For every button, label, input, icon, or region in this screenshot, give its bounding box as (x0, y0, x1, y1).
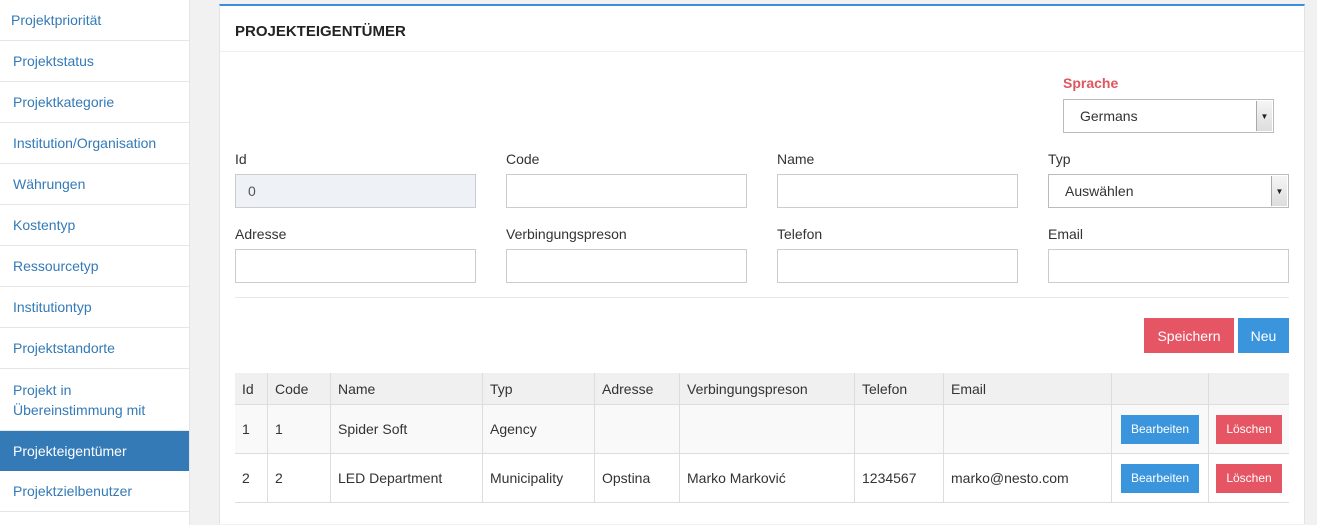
cell-code: 1 (267, 404, 331, 454)
name-field[interactable] (777, 174, 1018, 208)
cell-adresse (594, 404, 680, 454)
delete-button[interactable]: Löschen (1216, 414, 1282, 444)
telefon-label: Telefon (777, 226, 823, 242)
owners-table: Id Code Name Typ Adresse Verbingungspres… (235, 373, 1289, 503)
table-row: 2 2 LED Department Municipality Opstina … (235, 453, 1289, 503)
cell-code: 2 (267, 453, 331, 503)
cell-typ: Municipality (482, 453, 595, 503)
sidebar-item-institutiontyp[interactable]: Institutiontyp (0, 287, 189, 328)
name-label: Name (777, 151, 815, 167)
adresse-label: Adresse (235, 226, 287, 242)
sidebar-item-projektprioritaet[interactable]: Projektpriorität (0, 0, 189, 41)
code-label: Code (506, 151, 540, 167)
form-divider (235, 297, 1289, 298)
table-header-row: Id Code Name Typ Adresse Verbingungspres… (235, 373, 1289, 405)
col-header-telefon: Telefon (854, 373, 944, 405)
cell-adresse: Opstina (594, 453, 680, 503)
language-select-value: Germans (1080, 108, 1138, 124)
email-field[interactable] (1048, 249, 1289, 283)
edit-button[interactable]: Bearbeiten (1120, 414, 1200, 444)
title-divider (220, 51, 1304, 52)
cell-telefon: 1234567 (854, 453, 944, 503)
main-panel: PROJEKTEIGENTÜMER Sprache Germans ▼ Id C… (219, 4, 1305, 524)
language-label: Sprache (1063, 75, 1119, 91)
cell-email (943, 404, 1112, 454)
telefon-field[interactable] (777, 249, 1018, 283)
delete-button[interactable]: Löschen (1216, 463, 1282, 493)
col-header-delete (1208, 373, 1289, 405)
sidebar-item-projektstatus[interactable]: Projektstatus (0, 41, 189, 82)
chevron-down-icon: ▼ (1271, 176, 1287, 206)
cell-name: LED Department (330, 453, 483, 503)
col-header-code: Code (267, 373, 331, 405)
col-header-contact: Verbingungspreson (679, 373, 855, 405)
cell-telefon (854, 404, 944, 454)
cell-id: 1 (235, 404, 268, 454)
sidebar-item-waehrungen[interactable]: Währungen (0, 164, 189, 205)
sidebar: Projektpriorität Projektstatus Projektka… (0, 0, 190, 525)
chevron-down-icon: ▼ (1256, 101, 1272, 131)
page-title: PROJEKTEIGENTÜMER (235, 23, 406, 40)
cell-delete: Löschen (1208, 404, 1289, 454)
cell-delete: Löschen (1208, 453, 1289, 503)
adresse-field[interactable] (235, 249, 476, 283)
contact-label: Verbingungspreson (506, 226, 627, 242)
col-header-typ: Typ (482, 373, 595, 405)
language-select[interactable]: Germans ▼ (1063, 99, 1274, 133)
typ-label: Typ (1048, 151, 1071, 167)
typ-select-value: Auswählen (1065, 183, 1134, 199)
sidebar-item-projekteigentuemer[interactable]: Projekteigentümer (0, 431, 189, 471)
cell-name: Spider Soft (330, 404, 483, 454)
sidebar-item-projektstandorte[interactable]: Projektstandorte (0, 328, 189, 369)
sidebar-item-projekt-uebereinstimmung[interactable]: Projekt in Übereinstimmung mit (0, 369, 189, 431)
cell-typ: Agency (482, 404, 595, 454)
sidebar-item-institution-organisation[interactable]: Institution/Organisation (0, 123, 189, 164)
save-button[interactable]: Speichern (1144, 318, 1234, 353)
sidebar-menu: Projektpriorität Projektstatus Projektka… (0, 0, 189, 512)
sidebar-item-projektzielbenutzer[interactable]: Projektzielbenutzer (0, 471, 189, 512)
email-label: Email (1048, 226, 1084, 242)
new-button[interactable]: Neu (1238, 318, 1289, 353)
cell-edit: Bearbeiten (1111, 404, 1209, 454)
typ-select[interactable]: Auswählen ▼ (1048, 174, 1289, 208)
table-row: 1 1 Spider Soft Agency Bearbeiten Lösche… (235, 404, 1289, 454)
id-field[interactable] (235, 174, 476, 208)
edit-button[interactable]: Bearbeiten (1120, 463, 1200, 493)
cell-id: 2 (235, 453, 268, 503)
cell-contact: Marko Marković (679, 453, 855, 503)
code-field[interactable] (506, 174, 747, 208)
cell-contact (679, 404, 855, 454)
cell-edit: Bearbeiten (1111, 453, 1209, 503)
sidebar-item-kostentyp[interactable]: Kostentyp (0, 205, 189, 246)
cell-email: marko@nesto.com (943, 453, 1112, 503)
col-header-edit (1111, 373, 1209, 405)
sidebar-item-ressourcetyp[interactable]: Ressourcetyp (0, 246, 189, 287)
col-header-adresse: Adresse (594, 373, 680, 405)
id-label: Id (235, 151, 247, 167)
col-header-name: Name (330, 373, 483, 405)
col-header-id: Id (235, 373, 268, 405)
contact-field[interactable] (506, 249, 747, 283)
sidebar-item-projektkategorie[interactable]: Projektkategorie (0, 82, 189, 123)
col-header-email: Email (943, 373, 1112, 405)
